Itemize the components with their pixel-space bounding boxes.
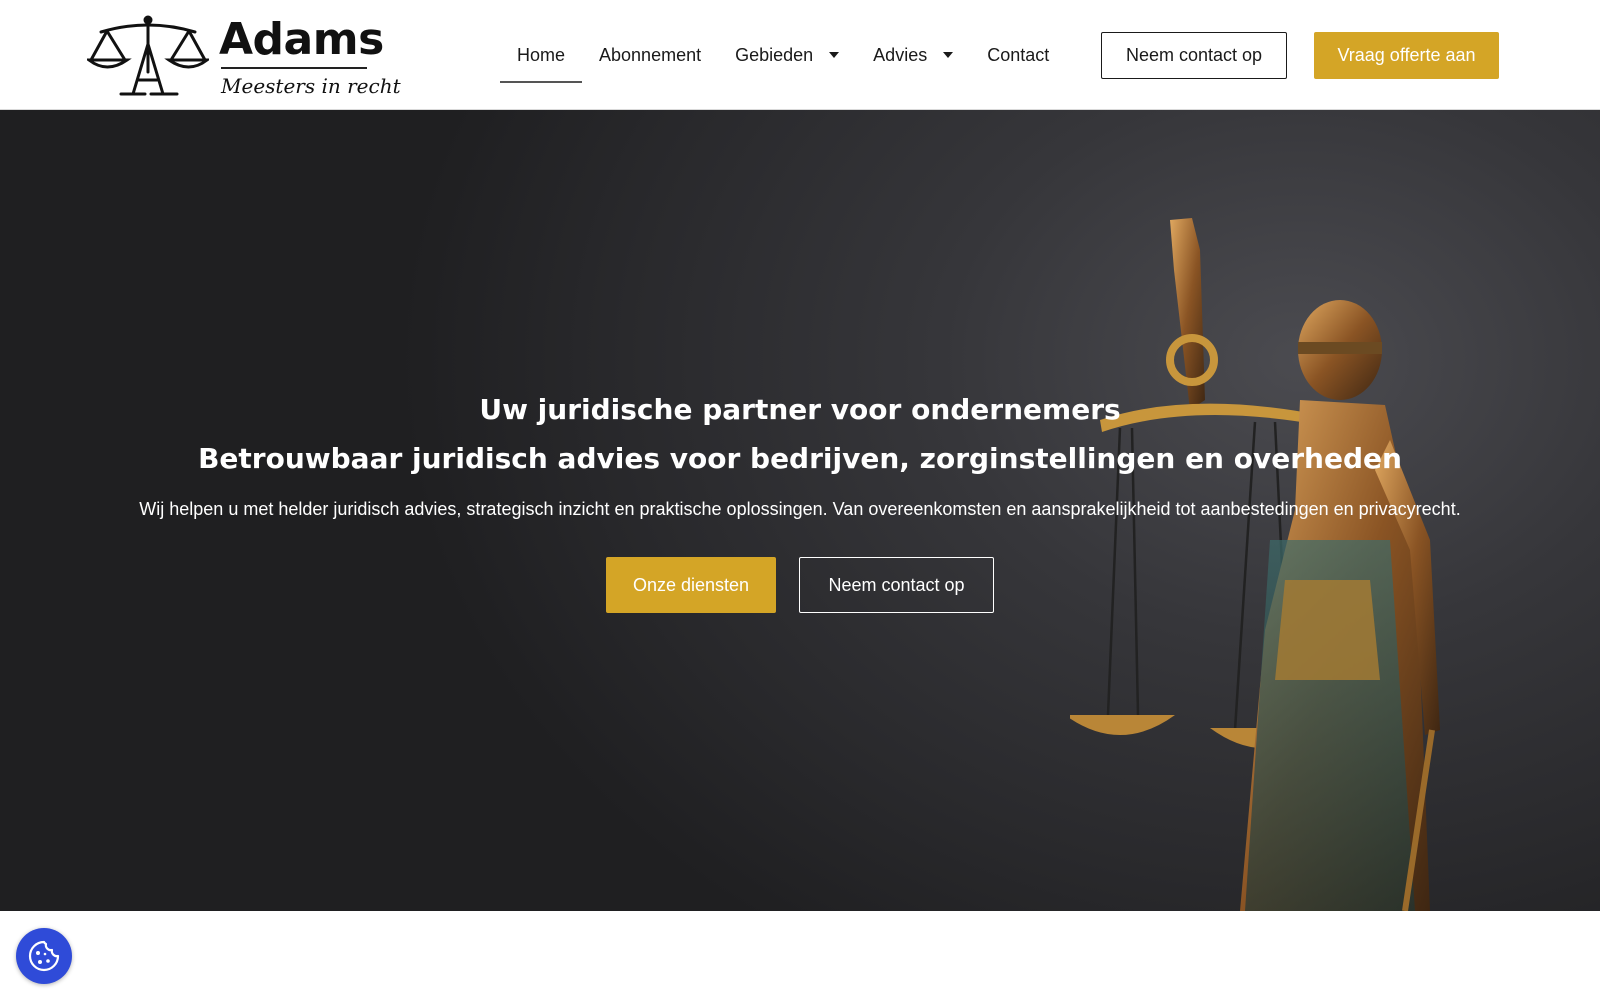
our-services-button[interactable]: Onze diensten <box>606 557 776 613</box>
logo[interactable]: Adams Meesters in recht <box>87 14 401 100</box>
nav-label-contact: Contact <box>987 44 1050 65</box>
hero-title: Uw juridische partner voor ondernemers <box>479 393 1121 426</box>
caret-down-icon[interactable] <box>829 52 840 58</box>
logo-tagline: Meesters in recht <box>221 74 401 98</box>
nav-item-abonnement[interactable]: Abonnement <box>582 27 718 83</box>
nav-label-gebieden: Gebieden <box>735 44 814 65</box>
logo-name: Adams <box>219 14 384 65</box>
main-nav: Home Abonnement Gebieden Advies Contact <box>500 0 1066 110</box>
scales-of-justice-icon <box>87 15 209 96</box>
hero-description: Wij helpen u met helder juridisch advies… <box>139 499 1461 519</box>
nav-label-abonnement: Abonnement <box>599 44 702 65</box>
nav-label-home: Home <box>517 44 566 65</box>
caret-down-icon[interactable] <box>943 52 954 58</box>
nav-item-contact[interactable]: Contact <box>970 27 1066 83</box>
hero-section: Uw juridische partner voor ondernemers B… <box>0 110 1600 911</box>
nav-label-advies: Advies <box>873 44 928 65</box>
nav-item-advies[interactable]: Advies <box>856 27 970 83</box>
nav-item-home[interactable]: Home <box>500 27 583 83</box>
cookie-settings-button[interactable] <box>16 928 72 984</box>
lady-justice-image <box>1070 218 1440 911</box>
nav-item-gebieden[interactable]: Gebieden <box>718 27 856 83</box>
header-contact-button[interactable]: Neem contact op <box>1101 32 1287 79</box>
hero-contact-button[interactable]: Neem contact op <box>799 557 994 613</box>
hero-subtitle: Betrouwbaar juridisch advies voor bedrij… <box>198 442 1402 475</box>
cookie-icon <box>28 940 60 972</box>
site-header: Adams Meesters in recht Home Abonnement … <box>0 0 1600 110</box>
logo-divider <box>221 67 367 69</box>
request-quote-button[interactable]: Vraag offerte aan <box>1314 32 1499 79</box>
